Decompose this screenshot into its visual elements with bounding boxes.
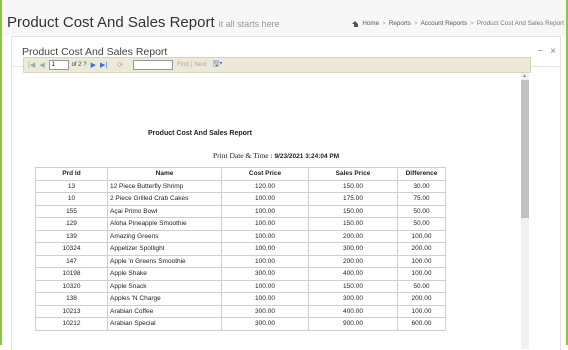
page-frame (0, 0, 568, 345)
